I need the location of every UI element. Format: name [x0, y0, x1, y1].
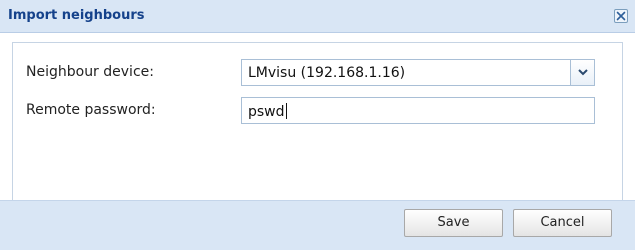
- cancel-button[interactable]: Cancel: [513, 209, 612, 237]
- remote-password-input[interactable]: pswd: [241, 97, 595, 124]
- save-button[interactable]: Save: [404, 209, 503, 237]
- dialog-title: Import neighbours: [8, 8, 145, 23]
- remote-password-label: Remote password:: [26, 102, 156, 118]
- neighbour-device-select[interactable]: LMvisu (192.168.1.16): [241, 59, 595, 86]
- close-button[interactable]: [614, 9, 628, 23]
- import-neighbours-dialog: Import neighbours Neighbour device: LMvi…: [0, 0, 635, 250]
- close-icon: [616, 11, 626, 21]
- remote-password-value: pswd: [248, 104, 285, 120]
- chevron-down-icon: [578, 69, 588, 76]
- dropdown-trigger[interactable]: [570, 60, 594, 85]
- neighbour-device-value: LMvisu (192.168.1.16): [248, 65, 406, 81]
- dialog-title-bar: Import neighbours: [0, 0, 635, 33]
- neighbour-device-label: Neighbour device:: [26, 64, 154, 80]
- text-caret: [285, 103, 287, 119]
